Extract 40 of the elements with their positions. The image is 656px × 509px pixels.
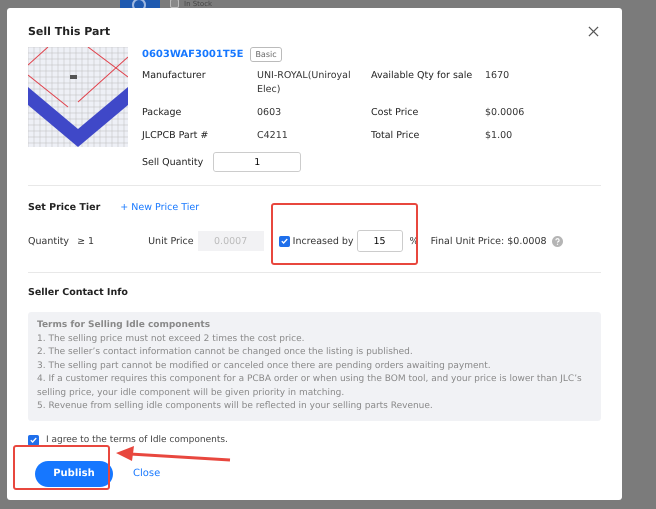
terms-item: 1. The selling price must not exceed 2 times the cost price. <box>37 332 306 346</box>
publish-button[interactable]: Publish <box>35 460 113 486</box>
field-value: $0.0006 <box>485 106 526 120</box>
search-button[interactable] <box>120 0 160 8</box>
part-badge: Basic <box>250 47 282 62</box>
close-icon[interactable] <box>588 26 599 36</box>
field-value: C4211 <box>257 129 289 143</box>
agree-label: I agree to the terms of Idle components. <box>46 435 228 445</box>
field-label: JLCPCB Part # <box>142 129 210 143</box>
dialog-title: Sell This Part <box>28 24 110 38</box>
terms-item: 3. The selling part cannot be modified or canceled once there are pending orders awaiting payment. <box>37 360 492 372</box>
part-number-link[interactable]: 0603WAF3001T5E <box>142 49 244 60</box>
field-label: Sell Quantity <box>142 156 204 168</box>
terms-title: Terms for Selling Idle components <box>37 319 212 332</box>
final-unit-price: Final Unit Price: $0.0008 <box>430 236 547 246</box>
terms-item: 2. The seller’s contact information cannot be changed once the listing is published. <box>37 346 414 359</box>
quantity-label: Quantity <box>28 236 70 246</box>
increase-label: Increased by <box>292 236 354 246</box>
new-price-tier-link[interactable]: + New Price Tier <box>120 202 200 213</box>
field-label: Package <box>142 106 182 120</box>
section-title: Seller Contact Info <box>28 287 129 298</box>
checkbox[interactable] <box>170 0 179 8</box>
field-value: 1670 <box>485 69 510 83</box>
checkbox[interactable] <box>278 236 290 246</box>
field-label: Available Qty for sale <box>371 69 474 83</box>
checkbox[interactable] <box>28 434 39 446</box>
quantity-value: ≥ 1 <box>77 236 94 246</box>
field-label: Manufacturer <box>142 69 207 83</box>
percent-input[interactable]: 15 <box>356 230 403 252</box>
unit-price-label: Unit Price <box>148 236 194 246</box>
sell-quantity-input[interactable]: 1 <box>213 152 302 172</box>
close-link[interactable]: Close <box>133 468 160 479</box>
field-value: 0603 <box>257 106 282 120</box>
section-title: Set Price Tier <box>28 202 100 213</box>
field-label: Cost Price <box>371 106 420 120</box>
terms-item: 5. Revenue from selling idle components will be reflected in your selling parts Revenue. <box>37 400 434 413</box>
field-value: $1.00 <box>485 129 514 143</box>
field-value: UNI-ROYAL(Uniroyal Elec) <box>257 69 352 97</box>
field-label: Total Price <box>371 129 420 143</box>
terms-item: 4. If a customer requires this component for a PCBA order or when using the BOM tool, and your price is lower than JLC’s selling price, your idle component will be given priority in matching. <box>37 373 583 400</box>
